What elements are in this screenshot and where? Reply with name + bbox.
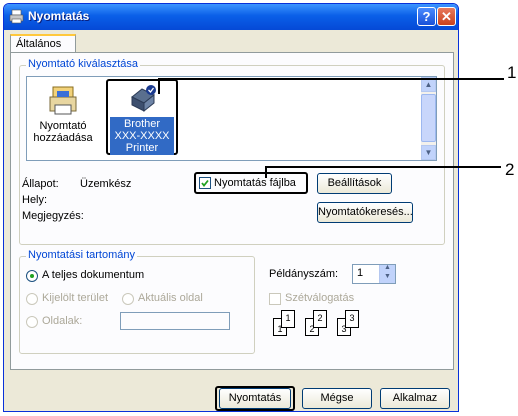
current-page-radio[interactable] — [122, 293, 134, 305]
list-item-brother-printer[interactable]: Brother XXX-XXXX Printer — [106, 79, 178, 155]
status-label: Állapot: — [22, 178, 59, 190]
cancel-button[interactable]: Mégse — [302, 388, 372, 409]
copies-stepper[interactable]: 1 ▲ ▼ — [352, 264, 396, 284]
print-to-file-checkbox[interactable] — [199, 177, 211, 189]
collate-illustration: 1 1 2 2 3 3 — [273, 310, 383, 340]
printer-list-scrollbar[interactable]: ▲ ▼ — [421, 77, 436, 160]
print-button[interactable]: Nyomtatás — [219, 388, 291, 409]
callout-line-2-tail — [265, 166, 267, 178]
add-printer-label-1: Nyomtató — [39, 120, 87, 132]
checkmark-icon — [201, 179, 209, 187]
apply-button[interactable]: Alkalmaz — [380, 388, 450, 409]
find-printer-button[interactable]: Nyomtatókeresés... — [317, 202, 413, 223]
selection-radio[interactable] — [26, 293, 38, 305]
copies-group: Példányszám: 1 ▲ ▼ Szétválogatás 1 1 2 2… — [263, 256, 445, 354]
list-item-add-printer[interactable]: Nyomtató hozzáadása — [33, 85, 93, 145]
current-page-label[interactable]: Aktuális oldal — [138, 292, 203, 304]
collate-checkbox[interactable] — [269, 293, 281, 305]
copies-label: Példányszám: — [269, 268, 339, 280]
network-printer-icon — [131, 85, 156, 113]
callout-line-1 — [158, 78, 504, 80]
spin-down-icon[interactable]: ▼ — [384, 273, 391, 280]
brother-printer-name: Brother XXX-XXXX Printer — [110, 117, 174, 155]
tab-panel-general: Nyomtató kiválasztása Nyomtató hozzáadás… — [10, 52, 454, 370]
help-button[interactable]: ? — [417, 7, 436, 26]
scroll-down-button[interactable]: ▼ — [421, 145, 436, 160]
collate-page-number: 3 — [349, 313, 355, 323]
print-dialog: Nyomtatás ? ✕ Általános Nyomtató kiválas… — [3, 3, 459, 412]
comment-label: Megjegyzés: — [22, 210, 84, 222]
all-pages-radio[interactable] — [26, 270, 38, 282]
printer-list[interactable]: Nyomtató hozzáadása Brother XXX-XXXX Pri… — [26, 76, 437, 161]
collate-page: 2 — [313, 310, 327, 328]
scroll-thumb[interactable] — [421, 94, 436, 142]
window-title: Nyomtatás — [28, 9, 90, 23]
callout-number-2: 2 — [505, 160, 515, 179]
radio-dot — [30, 274, 34, 278]
printer-select-legend: Nyomtató kiválasztása — [26, 58, 141, 70]
preferences-button[interactable]: Beállítások — [317, 173, 392, 194]
callout-number-1: 1 — [507, 63, 517, 82]
brother-label-3: Printer — [125, 142, 159, 154]
brother-label-1: Brother — [123, 118, 161, 130]
pages-input[interactable] — [120, 312, 230, 330]
status-value: Üzemkész — [80, 178, 132, 190]
collate-page: 1 — [281, 310, 295, 328]
location-label: Hely: — [22, 194, 48, 206]
copies-spin-buttons[interactable]: ▲ ▼ — [379, 264, 395, 283]
tab-general[interactable]: Általános — [10, 34, 76, 53]
brother-label-2: XXX-XXXX — [114, 130, 170, 142]
add-printer-icon — [49, 86, 77, 115]
spin-up-icon[interactable]: ▲ — [384, 264, 391, 271]
collate-page: 3 — [345, 310, 359, 328]
callout-line-1-tail — [158, 78, 160, 94]
collate-label[interactable]: Szétválogatás — [285, 292, 354, 304]
pages-radio[interactable] — [26, 316, 38, 328]
title-bar[interactable]: Nyomtatás ? ✕ — [4, 4, 458, 30]
page-range-group: Nyomtatási tartomány A teljes dokumentum… — [19, 249, 255, 354]
close-button[interactable]: ✕ — [437, 7, 456, 26]
printer-icon — [9, 9, 24, 24]
selection-label[interactable]: Kijelölt terület — [42, 292, 108, 304]
all-pages-label[interactable]: A teljes dokumentum — [42, 269, 144, 281]
collate-page-number: 2 — [317, 313, 323, 323]
pages-label[interactable]: Oldalak: — [42, 315, 82, 327]
printer-select-group: Nyomtató kiválasztása Nyomtató hozzáadás… — [19, 58, 445, 245]
print-to-file-label[interactable]: Nyomtatás fájlba — [214, 177, 296, 189]
page-range-legend: Nyomtatási tartomány — [26, 249, 137, 261]
copies-value[interactable]: 1 — [357, 267, 363, 279]
callout-line-2 — [265, 166, 501, 168]
add-printer-label-2: hozzáadása — [33, 132, 93, 144]
collate-page-number: 1 — [285, 313, 291, 323]
